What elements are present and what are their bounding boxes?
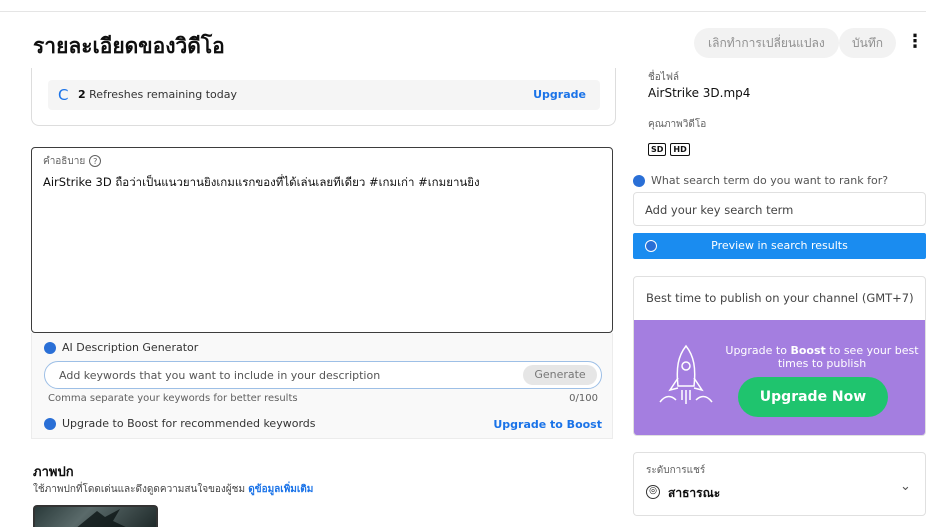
boost-text: Upgrade to Boost for recommended keyword… bbox=[62, 417, 316, 430]
keywords-placeholder: Add keywords that you want to include in… bbox=[59, 369, 381, 382]
description-label: คำอธิบาย bbox=[43, 156, 86, 167]
sd-badge: SD bbox=[648, 143, 667, 156]
video-quality-label: คุณภาพวิดีโอ bbox=[648, 119, 707, 130]
keywords-hint: Comma separate your keywords for better … bbox=[48, 393, 298, 404]
description-field[interactable]: คำอธิบาย? AirStrike 3D ถือว่าเป็นแนวยานย… bbox=[31, 147, 613, 333]
generate-button[interactable]: Generate bbox=[523, 365, 597, 385]
visibility-value: สาธารณะ bbox=[668, 486, 721, 500]
rocket-icon bbox=[659, 344, 713, 404]
best-time-card: Best time to publish on your channel (GM… bbox=[633, 276, 926, 436]
search-term-input[interactable]: Add your key search term bbox=[633, 192, 926, 226]
undo-changes-button[interactable]: เลิกทำการเปลี่ยนแปลง bbox=[694, 28, 839, 58]
rank-logo-icon bbox=[633, 175, 645, 187]
upgrade-brand: Boost bbox=[790, 344, 826, 357]
description-text[interactable]: AirStrike 3D ถือว่าเป็นแนวยานยิงเกมแรกขอ… bbox=[43, 174, 480, 192]
ai-description-card: AI Description Generator Add keywords th… bbox=[31, 333, 613, 439]
best-time-title: Best time to publish on your channel (GM… bbox=[646, 291, 914, 305]
thumbnail-jet-icon bbox=[77, 509, 126, 527]
thumbnail-subtitle: ใช้ภาพปกที่โดดเด่นและดึงดูดความสนใจของผู… bbox=[33, 484, 246, 495]
refresh-icon: C bbox=[58, 86, 69, 104]
ai-title: AI Description Generator bbox=[62, 341, 199, 354]
upgrade-banner: Upgrade to Boost to see your best times … bbox=[634, 320, 925, 435]
refresh-count: 2 bbox=[78, 88, 86, 101]
save-button[interactable]: บันทึก bbox=[839, 28, 896, 58]
learn-more-link[interactable]: ดูข้อมูลเพิ่มเติม bbox=[248, 484, 313, 495]
file-name-label: ชื่อไฟล์ bbox=[648, 72, 680, 83]
ai-logo-icon bbox=[44, 342, 56, 354]
kebab-menu-icon[interactable]: ⋮ bbox=[906, 32, 924, 52]
file-name: AirStrike 3D.mp4 bbox=[648, 86, 751, 100]
thumbnail-image[interactable] bbox=[33, 505, 158, 527]
visibility-select[interactable]: ระดับการแชร์ ◎ สาธารณะ ⌄ bbox=[633, 452, 926, 516]
visibility-label: ระดับการแชร์ bbox=[646, 465, 706, 476]
video-quality: SD HD bbox=[648, 137, 694, 156]
page-title: รายละเอียดของวิดีโอ bbox=[33, 34, 225, 58]
preview-label: Preview in search results bbox=[711, 239, 848, 252]
refresh-row: C 2 Refreshes remaining today Upgrade bbox=[48, 80, 600, 110]
upgrade-prefix: Upgrade to bbox=[725, 344, 791, 357]
keywords-input[interactable]: Add keywords that you want to include in… bbox=[44, 361, 602, 389]
upgrade-link[interactable]: Upgrade bbox=[533, 88, 586, 101]
help-icon[interactable]: ? bbox=[89, 155, 102, 167]
globe-icon: ◎ bbox=[646, 485, 660, 499]
rank-question: What search term do you want to rank for… bbox=[651, 174, 889, 187]
keywords-count: 0/100 bbox=[569, 393, 598, 404]
upgrade-to-boost-link[interactable]: Upgrade to Boost bbox=[493, 418, 602, 431]
preview-search-button[interactable]: Preview in search results bbox=[633, 233, 926, 259]
top-divider bbox=[0, 0, 926, 12]
upgrade-now-button[interactable]: Upgrade Now bbox=[738, 377, 888, 417]
thumbnail-title: ภาพปก bbox=[33, 465, 74, 480]
search-term-placeholder: Add your key search term bbox=[645, 203, 794, 217]
hd-badge: HD bbox=[670, 143, 690, 156]
page-header: รายละเอียดของวิดีโอ เลิกทำการเปลี่ยนแปลง… bbox=[0, 12, 926, 70]
chevron-down-icon[interactable]: ⌄ bbox=[900, 479, 911, 494]
refresh-text: Refreshes remaining today bbox=[89, 88, 238, 101]
boost-logo-icon bbox=[44, 418, 56, 430]
